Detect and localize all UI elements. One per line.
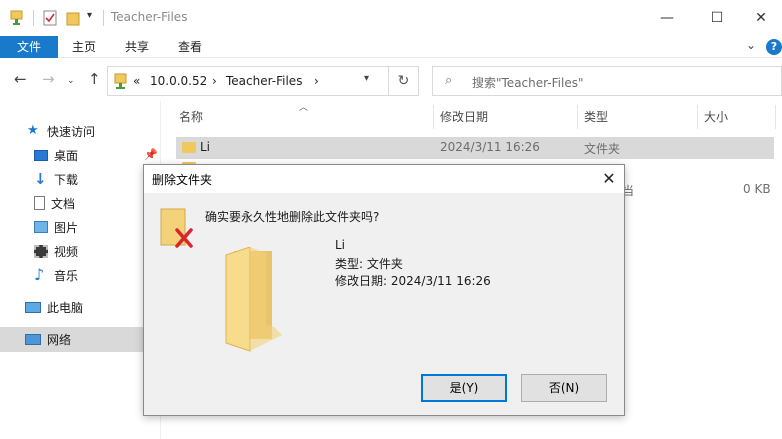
tab-home[interactable]: 主页 [62, 36, 106, 58]
item-name: Li [335, 238, 346, 252]
nav-item-desktop[interactable]: 桌面 [34, 143, 78, 167]
nav-item-label: 桌面 [54, 148, 79, 163]
nav-item-pictures[interactable]: 图片 [34, 215, 78, 239]
nav-item-label: 快速访问 [47, 124, 96, 139]
file-name[interactable]: Li [200, 140, 210, 154]
column-separator[interactable] [775, 105, 776, 129]
network-icon [25, 333, 41, 345]
checklist-icon[interactable] [43, 10, 57, 26]
up-arrow-icon[interactable]: ↑ [88, 70, 101, 88]
column-header-size[interactable]: 大小 [704, 108, 728, 125]
video-icon [34, 244, 48, 258]
file-type: 文件夹 [584, 142, 621, 156]
column-separator[interactable] [697, 105, 698, 129]
ribbon-tabs: 文件 主页 共享 查看 ⌄ ? [0, 36, 782, 58]
computer-icon [25, 301, 41, 313]
search-icon: ⌕ [445, 73, 453, 88]
nav-item-label: 下载 [54, 172, 79, 187]
nav-item-this-pc[interactable]: 此电脑 [25, 295, 83, 319]
nav-item-label: 视频 [54, 244, 79, 259]
nav-item-label: 音乐 [54, 268, 79, 283]
file-size: 0 KB [743, 182, 771, 196]
refresh-button[interactable]: ↻ [389, 66, 419, 96]
delete-folder-dialog: 删除文件夹 ✕ 确实要永久性地删除此文件夹吗? Li 类型: 文件夹 修改日期:… [143, 164, 625, 416]
minimize-button[interactable]: — [644, 0, 690, 36]
delete-folder-icon [160, 208, 193, 248]
nav-item-label: 此电脑 [47, 300, 84, 315]
nav-item-downloads[interactable]: ↓ 下载 [34, 167, 78, 191]
tab-file[interactable]: 文件 [0, 36, 58, 58]
folder-preview-icon [225, 247, 282, 352]
search-input[interactable]: 搜索"Teacher-Files" [472, 74, 583, 91]
nav-item-music[interactable]: ♪ 音乐 [34, 263, 78, 287]
title-separator [103, 10, 104, 26]
qa-separator [33, 10, 34, 26]
new-folder-icon[interactable] [66, 10, 80, 26]
download-icon: ↓ [34, 170, 47, 188]
qa-dropdown-icon[interactable]: ▾ [87, 10, 95, 26]
music-icon: ♪ [34, 265, 45, 284]
address-overflow-chevron[interactable]: « [133, 74, 140, 88]
address-dropdown-icon[interactable]: ▾ [364, 73, 369, 84]
close-button[interactable]: ✕ [738, 0, 782, 36]
nav-item-network[interactable]: 网络 [25, 327, 71, 351]
nav-item-documents[interactable]: 文档 [34, 191, 75, 215]
window-title: Teacher-Files [111, 10, 188, 24]
address-segment-host[interactable]: 10.0.0.52 [150, 74, 207, 88]
network-folder-icon [114, 73, 127, 89]
dialog-title: 删除文件夹 [152, 173, 213, 187]
back-arrow-icon[interactable]: ← [14, 70, 27, 88]
nav-item-videos[interactable]: 视频 [34, 239, 78, 263]
dialog-title-bar: 删除文件夹 ✕ [144, 165, 624, 193]
sort-ascending-icon: ︿ [299, 103, 309, 113]
maximize-button[interactable]: ☐ [694, 0, 740, 36]
star-icon: ★ [27, 123, 39, 138]
nav-item-quick-access[interactable]: ★ 快速访问 [27, 119, 95, 143]
ribbon-expand-icon[interactable]: ⌄ [746, 38, 756, 52]
column-separator[interactable] [433, 105, 434, 129]
pictures-icon [34, 221, 48, 233]
yes-button[interactable]: 是(Y) [421, 374, 507, 402]
address-separator[interactable]: › [314, 74, 319, 88]
desktop-icon [34, 149, 48, 161]
help-icon[interactable]: ? [766, 39, 782, 55]
forward-arrow-icon[interactable]: → [42, 70, 55, 88]
dialog-close-button[interactable]: ✕ [594, 167, 624, 191]
nav-item-label: 网络 [47, 332, 72, 347]
file-modified: 2024/3/11 16:26 [440, 140, 540, 154]
address-bar[interactable]: « 10.0.0.52 › Teacher-Files › [107, 66, 389, 96]
column-header-type[interactable]: 类型 [584, 108, 608, 125]
tab-share[interactable]: 共享 [115, 36, 159, 58]
document-icon [34, 196, 45, 210]
tab-view[interactable]: 查看 [168, 36, 212, 58]
item-modified: 修改日期: 2024/3/11 16:26 [335, 274, 491, 288]
address-segment-folder[interactable]: Teacher-Files [226, 74, 302, 88]
column-header-name[interactable]: 名称 [179, 108, 203, 125]
nav-item-label: 文档 [51, 196, 76, 211]
column-header-modified[interactable]: 修改日期 [440, 108, 488, 125]
column-separator[interactable] [577, 105, 578, 129]
title-bar: ▾ Teacher-Files — ☐ ✕ [0, 0, 782, 36]
recent-dropdown-icon[interactable]: ⌄ [67, 76, 75, 86]
nav-selection-highlight [0, 327, 160, 352]
nav-item-label: 图片 [54, 220, 79, 235]
address-separator[interactable]: › [212, 74, 217, 88]
folder-icon [182, 142, 196, 153]
dialog-question: 确实要永久性地删除此文件夹吗? [205, 210, 380, 224]
pin-icon[interactable]: 📌 [144, 148, 158, 161]
item-type: 类型: 文件夹 [335, 257, 403, 271]
no-button[interactable]: 否(N) [521, 374, 607, 402]
properties-icon[interactable] [10, 10, 24, 26]
